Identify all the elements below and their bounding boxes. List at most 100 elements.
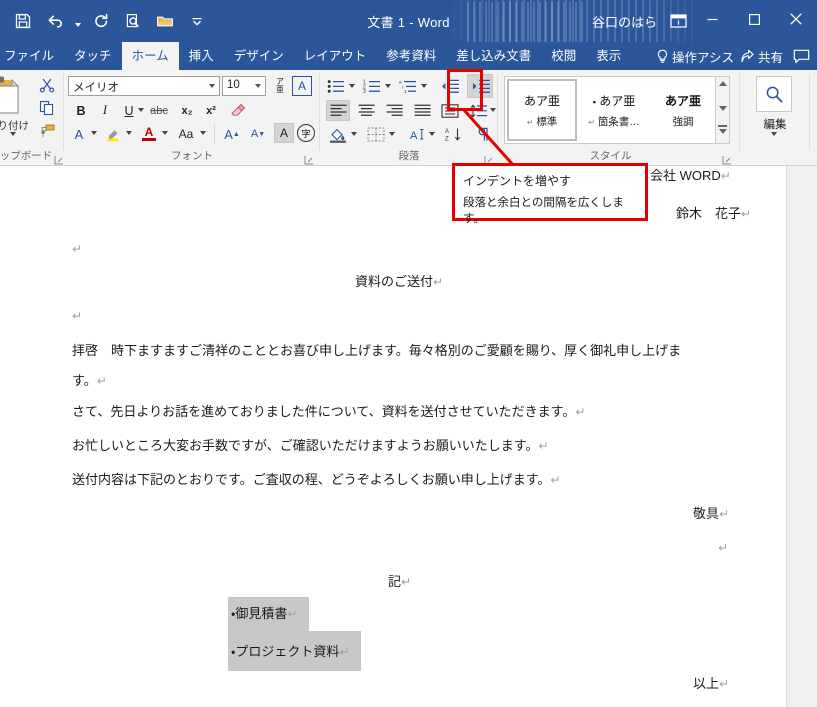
font-size-caret[interactable] <box>255 84 261 88</box>
decrease-indent-button[interactable] <box>436 74 462 98</box>
tab-insert[interactable]: 挿入 <box>179 42 224 70</box>
doc-line-blank-1[interactable]: ↵ <box>72 241 82 257</box>
cut-button[interactable] <box>36 74 58 96</box>
doc-line-header-name[interactable]: 鈴木 花子↵ <box>676 206 751 222</box>
editing-caret[interactable] <box>771 132 777 136</box>
styles-more-bar[interactable] <box>718 125 727 127</box>
character-border-button[interactable]: A <box>292 76 312 96</box>
doc-line-para1-a[interactable]: 拝啓 時下ますますご清祥のこととお喜び申し上げます。毎々格別のご愛顧を賜り、厚く… <box>72 343 681 359</box>
tab-layout[interactable]: レイアウト <box>294 42 377 70</box>
font-color-button[interactable]: A <box>138 123 160 145</box>
doc-line-title[interactable]: 資料のご送付↵ <box>355 274 443 290</box>
account-name[interactable]: 谷口のはら <box>592 12 657 31</box>
doc-line-keigu[interactable]: 敬具↵ <box>693 506 729 522</box>
styles-more-icon[interactable] <box>719 129 727 134</box>
maximize-button[interactable] <box>733 0 775 38</box>
character-scaling-button[interactable]: A <box>404 124 428 145</box>
shading-caret[interactable] <box>351 132 357 136</box>
enclose-character-button[interactable]: 字 <box>296 123 316 143</box>
clear-formatting-button[interactable] <box>226 99 248 121</box>
show-marks-button[interactable] <box>472 124 494 145</box>
style-item-standard[interactable]: あア亜 ↵ 標準 <box>507 79 577 141</box>
sort-button[interactable]: AZ <box>442 124 466 145</box>
tab-references[interactable]: 参考資料 <box>376 42 446 70</box>
line-spacing-caret[interactable] <box>490 108 496 112</box>
align-left-button[interactable] <box>326 100 350 121</box>
justify-button[interactable] <box>410 100 434 121</box>
bold-button[interactable]: B <box>70 100 92 121</box>
italic-button[interactable]: I <box>94 100 116 121</box>
find-button[interactable] <box>756 76 792 112</box>
strikethrough-button[interactable]: abc <box>148 100 170 121</box>
tab-mailings[interactable]: 差し込み文書 <box>446 42 541 70</box>
underline-button[interactable]: U <box>118 100 140 121</box>
numbering-button[interactable]: 123 <box>360 76 384 97</box>
align-center-button[interactable] <box>354 100 378 121</box>
character-shading-button[interactable]: A <box>274 123 294 143</box>
style-item-bullet[interactable]: ▪ あア亜 ↵ 箇条書… <box>579 79 649 141</box>
line-spacing-button[interactable] <box>468 100 490 121</box>
styles-scrollbar[interactable] <box>716 76 730 144</box>
minimize-button[interactable] <box>691 0 733 38</box>
change-case-caret[interactable] <box>200 131 206 135</box>
bullets-caret[interactable] <box>349 84 355 88</box>
tab-touch[interactable]: タッチ <box>64 42 122 70</box>
grow-font-button[interactable]: A ▲ <box>221 123 243 145</box>
multilevel-caret[interactable] <box>421 84 427 88</box>
subscript-button[interactable]: x₂ <box>176 100 198 121</box>
phonetic-guide-button[interactable]: ア亜 <box>270 76 290 96</box>
text-effects-caret[interactable] <box>91 131 97 135</box>
copy-button[interactable] <box>36 97 58 119</box>
doc-line-item-2[interactable]: ・プロジェクト資料↵ <box>231 644 349 660</box>
highlight-color-caret[interactable] <box>126 131 132 135</box>
align-right-button[interactable] <box>382 100 406 121</box>
editing-label[interactable]: 編集 <box>740 116 810 132</box>
increase-indent-button[interactable] <box>467 74 493 98</box>
shading-button[interactable] <box>326 124 350 145</box>
font-color-caret[interactable] <box>162 131 168 135</box>
distribute-button[interactable] <box>438 100 462 121</box>
doc-line-header-company[interactable]: 会社 WORD↵ <box>650 168 731 184</box>
doc-line-ki[interactable]: 記↵ <box>388 574 411 590</box>
format-painter-button[interactable] <box>36 120 58 142</box>
font-dialog-launcher[interactable] <box>304 152 314 165</box>
doc-line-para3[interactable]: お忙しいところ大変お手数ですが、ご確認いただけますようお願いいたします。↵ <box>72 438 549 454</box>
shrink-font-button[interactable]: A ▼ <box>247 123 269 145</box>
styles-scroll-down-icon[interactable] <box>719 106 727 111</box>
ribbon-display-options-icon[interactable] <box>667 11 689 31</box>
multilevel-list-button[interactable]: ai1 <box>396 76 420 97</box>
font-name-caret[interactable] <box>209 84 215 88</box>
superscript-button[interactable]: x² <box>200 100 222 121</box>
close-button[interactable] <box>775 0 817 38</box>
doc-line-para2[interactable]: さて、先日よりお話を進めておりました件について、資料を送付させていただきます。↵ <box>72 404 585 420</box>
tell-me-box[interactable]: 操作アシス <box>656 47 734 66</box>
bullets-button[interactable] <box>324 76 348 97</box>
comments-button[interactable] <box>789 44 813 68</box>
doc-line-item-1[interactable]: ・御見積書↵ <box>231 606 297 622</box>
character-scaling-caret[interactable] <box>429 132 435 136</box>
doc-line-blank-3[interactable]: ↵ <box>718 540 728 556</box>
text-effects-button[interactable]: A <box>68 123 90 145</box>
document-page[interactable]: 会社 WORD↵ 鈴木 花子↵ ↵ 資料のご送付↵ ↵ 拝啓 時下ますますご清祥… <box>0 166 786 707</box>
share-button[interactable]: 共有 <box>740 47 783 66</box>
tab-review[interactable]: 校閲 <box>541 42 586 70</box>
styles-scroll-up-icon[interactable] <box>719 81 727 86</box>
document-area[interactable]: 会社 WORD↵ 鈴木 花子↵ ↵ 資料のご送付↵ ↵ 拝啓 時下ますますご清祥… <box>0 166 817 707</box>
highlight-color-button[interactable] <box>102 123 124 145</box>
styles-dialog-launcher[interactable] <box>722 152 732 165</box>
borders-button[interactable] <box>364 124 388 145</box>
tab-view[interactable]: 表示 <box>586 42 631 70</box>
numbering-caret[interactable] <box>385 84 391 88</box>
doc-line-para1-b[interactable]: す。↵ <box>72 373 107 389</box>
borders-caret[interactable] <box>389 132 395 136</box>
paragraph-dialog-launcher[interactable] <box>484 152 494 165</box>
tab-home[interactable]: ホーム <box>121 42 179 70</box>
paste-dropdown-caret[interactable] <box>10 132 16 136</box>
style-item-emphasis[interactable]: あア亜 強調 <box>651 79 715 141</box>
tab-design[interactable]: デザイン <box>224 42 294 70</box>
change-case-button[interactable]: Aa <box>173 123 199 145</box>
doc-line-ijou[interactable]: 以上↵ <box>693 676 729 692</box>
font-name-combobox[interactable]: メイリオ <box>68 76 220 96</box>
clipboard-dialog-launcher[interactable] <box>54 152 64 165</box>
font-size-combobox[interactable]: 10 <box>222 76 266 96</box>
